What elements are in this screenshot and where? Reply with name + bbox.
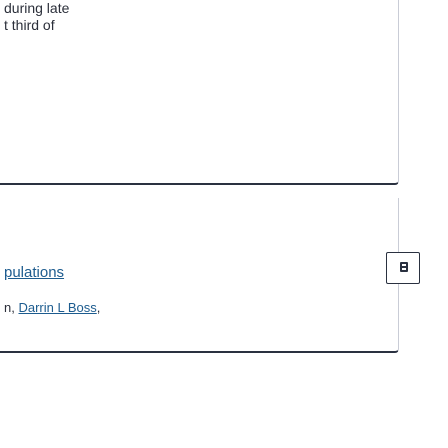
result-card: during late t third of: [0, 0, 399, 185]
document-icon: [400, 262, 408, 272]
result-title-link[interactable]: pulations: [4, 264, 64, 281]
search-results-page: during late t third of pulations n, Darr…: [0, 0, 448, 448]
authors-suffix: ,: [96, 300, 101, 315]
result-snippet-line: during late: [4, 0, 70, 16]
author-link[interactable]: Darrin L Boss: [18, 300, 96, 315]
authors-prefix: n,: [4, 300, 19, 315]
view-pdf-button[interactable]: [386, 252, 420, 284]
result-snippet-line: t third of: [4, 17, 55, 33]
result-authors: n, Darrin L Boss,: [4, 300, 100, 315]
